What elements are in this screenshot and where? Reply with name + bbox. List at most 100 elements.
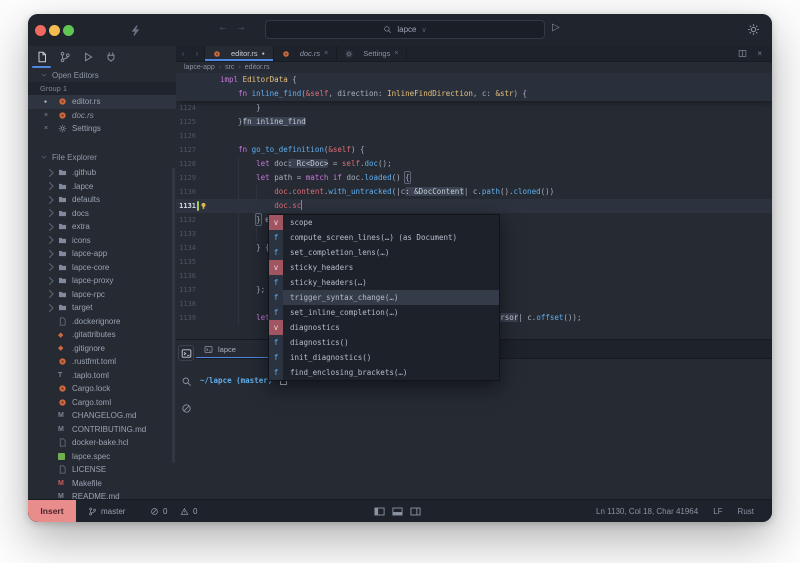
tree-file-row[interactable]: MMakefile [28, 477, 176, 491]
folder-icon [58, 182, 67, 191]
open-editor-item[interactable]: ●editor.rs [28, 95, 176, 109]
tree-file-row[interactable]: ◆.gitignore [28, 342, 176, 356]
tab-Settings[interactable]: Settings× [337, 46, 407, 61]
open-editors-header[interactable]: Open Editors [28, 68, 176, 82]
activity-source-control[interactable] [57, 50, 72, 65]
completion-item[interactable]: vscope [269, 215, 499, 230]
completion-item[interactable]: ftrigger_syntax_change(…) [269, 290, 499, 305]
completion-item[interactable]: fset_inline_completion(…) [269, 305, 499, 320]
tree-item-label: LICENSE [72, 465, 106, 474]
tree-folder-row[interactable]: lapce-app [28, 247, 176, 261]
mode-badge[interactable]: Insert [28, 500, 76, 522]
open-editor-item[interactable]: ×Settings [28, 122, 176, 136]
completion-item[interactable]: fdiagnostics() [269, 335, 499, 350]
tree-folder-row[interactable]: lapce-rpc [28, 288, 176, 302]
settings-gear-icon[interactable] [747, 23, 760, 36]
completion-item[interactable]: finit_diagnostics() [269, 350, 499, 365]
completion-item[interactable]: fcompute_screen_lines(…) (as Document) [269, 230, 499, 245]
sidebar-scrollbar[interactable] [172, 168, 175, 463]
completion-item[interactable]: fset_completion_lens(…) [269, 245, 499, 260]
breadcrumb-part[interactable]: lapce-app [184, 64, 215, 71]
code-line[interactable]: 1126 [176, 129, 772, 143]
completion-item[interactable]: fsticky_headers(…) [269, 275, 499, 290]
tab-label: doc.rs [300, 49, 320, 58]
tree-file-row[interactable]: Cargo.toml [28, 396, 176, 410]
tree-folder-row[interactable]: .github [28, 166, 176, 180]
tree-folder-row[interactable]: target [28, 301, 176, 315]
code-line[interactable]: 1124 } [176, 101, 772, 115]
file-explorer-header[interactable]: File Explorer [28, 150, 176, 164]
tab-editor.rs[interactable]: editor.rs● [204, 46, 274, 61]
language-indicator[interactable]: Rust [738, 507, 754, 516]
variable-kind-icon: v [269, 215, 283, 230]
tree-file-row[interactable]: lapce.spec [28, 450, 176, 464]
tree-folder-row[interactable]: lapce-core [28, 261, 176, 275]
breadcrumb-part[interactable]: src [225, 64, 234, 71]
search-panel-button[interactable] [179, 374, 193, 388]
tree-file-row[interactable]: ◆.gitattributes [28, 328, 176, 342]
activity-plugins[interactable] [103, 50, 118, 65]
run-button[interactable]: ▷ [552, 22, 560, 33]
lightbulb-icon[interactable] [199, 201, 208, 211]
completion-label: set_inline_completion(…) [283, 305, 398, 320]
completion-item[interactable]: ffind_enclosing_brackets(…) [269, 365, 499, 380]
minimize-window-button[interactable] [49, 25, 60, 36]
zoom-window-button[interactable] [63, 25, 74, 36]
breadcrumb[interactable]: lapce-app›src›editor.rs [176, 61, 772, 73]
tree-file-row[interactable]: docker-bake.hcl [28, 436, 176, 450]
tree-folder-row[interactable]: extra [28, 220, 176, 234]
close-icon[interactable]: × [44, 125, 58, 132]
completion-item[interactable]: vdiagnostics [269, 320, 499, 335]
problems-panel-button[interactable] [179, 401, 193, 415]
tabs-prev-button[interactable]: ‹ [176, 46, 190, 61]
folder-icon [58, 195, 67, 204]
tree-file-row[interactable]: MCONTRIBUTING.md [28, 423, 176, 437]
breadcrumb-part[interactable]: editor.rs [245, 64, 270, 71]
tree-file-row[interactable]: Cargo.lock [28, 382, 176, 396]
close-icon[interactable]: × [324, 50, 328, 57]
completion-item[interactable]: vsticky_headers [269, 260, 499, 275]
toggle-bottom-panel-icon[interactable] [392, 506, 403, 517]
tree-file-row[interactable]: T.taplo.toml [28, 369, 176, 383]
error-count[interactable]: 0 [150, 500, 167, 522]
close-window-button[interactable] [35, 25, 46, 36]
tree-file-row[interactable]: LICENSE [28, 463, 176, 477]
code-line[interactable]: 1127 fn go_to_definition(&self) { [176, 143, 772, 157]
tree-file-row[interactable]: .rustfmt.toml [28, 355, 176, 369]
code-line[interactable]: 1128 let doc: Rc<Doc> = self.doc(); [176, 157, 772, 171]
code-line[interactable]: 1130 doc.content.with_untracked(|c: &Doc… [176, 185, 772, 199]
tabs-next-button[interactable]: › [190, 46, 204, 61]
tree-folder-row[interactable]: icons [28, 234, 176, 248]
tree-folder-row[interactable]: lapce-proxy [28, 274, 176, 288]
toggle-left-panel-icon[interactable] [374, 506, 385, 517]
completion-label: init_diagnostics() [283, 350, 371, 365]
code-line[interactable]: 1131 doc.sc [176, 199, 772, 213]
toggle-right-panel-icon[interactable] [410, 506, 421, 517]
completion-label: set_completion_lens(…) [283, 245, 389, 260]
code-line[interactable]: 1129 let path = match if doc.loaded() { [176, 171, 772, 185]
eol-indicator[interactable]: LF [713, 507, 722, 516]
close-icon[interactable]: × [757, 49, 762, 58]
tree-folder-row[interactable]: docs [28, 207, 176, 221]
nav-back-button[interactable]: ← [216, 22, 230, 33]
activity-debug[interactable] [80, 50, 95, 65]
close-icon[interactable]: × [394, 50, 398, 57]
tab-doc.rs[interactable]: doc.rs × [274, 46, 338, 61]
terminal-panel-button[interactable] [178, 345, 194, 361]
code-line[interactable]: 1125 }fn inline_find [176, 115, 772, 129]
tree-file-row[interactable]: MCHANGELOG.md [28, 409, 176, 423]
warning-count[interactable]: 0 [180, 500, 197, 522]
editor-tab-bar: ‹ › editor.rs●doc.rs×Settings× × [176, 46, 772, 62]
tree-file-row[interactable]: .dockerignore [28, 315, 176, 329]
activity-file-explorer[interactable] [34, 50, 49, 65]
command-palette-input[interactable]: lapce ∨ [265, 20, 545, 39]
tree-item-label: lapce-rpc [72, 290, 105, 299]
git-branch-indicator[interactable]: master [88, 500, 125, 522]
cursor-position[interactable]: Ln 1130, Col 18, Char 41964 [596, 507, 698, 516]
open-editor-item[interactable]: ×doc.rs [28, 109, 176, 123]
split-editor-icon[interactable] [738, 49, 747, 58]
tree-folder-row[interactable]: defaults [28, 193, 176, 207]
tree-folder-row[interactable]: .lapce [28, 180, 176, 194]
close-icon[interactable]: × [44, 112, 58, 119]
nav-forward-button[interactable]: → [234, 22, 248, 33]
